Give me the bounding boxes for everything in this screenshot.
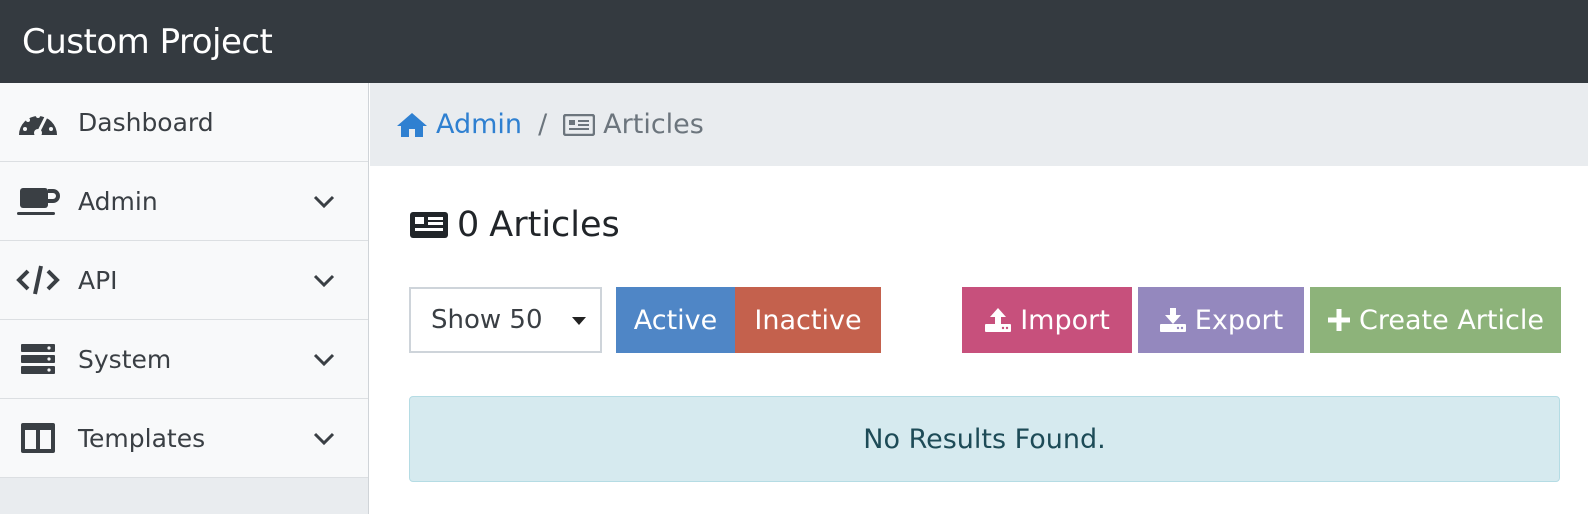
create-article-label: Create Article — [1359, 304, 1544, 336]
server-icon — [16, 339, 60, 379]
export-button[interactable]: Export — [1138, 287, 1304, 353]
sidebar-item-templates[interactable]: Templates — [0, 399, 368, 478]
sidebar: Dashboard Admin API System Templates — [0, 83, 369, 514]
sidebar-item-admin[interactable]: Admin — [0, 162, 368, 241]
no-results-alert: No Results Found. — [409, 396, 1560, 482]
sidebar-item-label: Templates — [78, 423, 206, 453]
app-header: Custom Project — [0, 0, 1588, 83]
newspaper-icon — [563, 113, 596, 136]
columns-icon — [16, 418, 60, 458]
tachometer-icon — [16, 102, 60, 142]
create-article-button[interactable]: Create Article — [1310, 287, 1561, 353]
sidebar-item-label: Admin — [78, 186, 158, 216]
breadcrumb-admin-link[interactable]: Admin — [396, 109, 522, 140]
newspaper-icon — [409, 211, 449, 239]
caret-down-icon — [572, 317, 586, 325]
show-per-page-select[interactable]: Show 50 — [409, 287, 602, 353]
active-filter-button[interactable]: Active — [616, 287, 735, 353]
import-label: Import — [1020, 304, 1110, 336]
breadcrumb-current-label: Articles — [603, 109, 704, 140]
breadcrumb: Admin / Articles — [370, 83, 1588, 166]
chevron-down-icon[interactable] — [309, 424, 339, 454]
app-title[interactable]: Custom Project — [22, 22, 273, 62]
breadcrumb-admin-label: Admin — [436, 109, 523, 140]
download-icon — [1159, 307, 1187, 333]
code-icon — [16, 260, 60, 300]
main-content: Admin / Articles 0 Articles Show 50 Acti… — [370, 83, 1588, 514]
sidebar-item-dashboard[interactable]: Dashboard — [0, 83, 368, 162]
sidebar-item-api[interactable]: API — [0, 241, 368, 320]
sidebar-item-label: API — [78, 265, 118, 295]
page-title-label: Articles — [489, 205, 620, 245]
no-results-message: No Results Found. — [863, 423, 1106, 455]
chevron-down-icon[interactable] — [309, 266, 339, 296]
inactive-filter-label: Inactive — [754, 304, 862, 336]
home-icon — [396, 112, 428, 138]
coffee-icon — [16, 181, 60, 221]
sidebar-item-label: Dashboard — [78, 107, 214, 137]
chevron-down-icon[interactable] — [309, 345, 339, 375]
sidebar-item-system[interactable]: System — [0, 320, 368, 399]
page-title: 0 Articles — [409, 205, 620, 245]
import-button[interactable]: Import — [962, 287, 1132, 353]
plus-icon — [1327, 308, 1351, 332]
show-per-page-value: Show 50 — [431, 305, 543, 335]
chevron-down-icon[interactable] — [309, 187, 339, 217]
active-filter-label: Active — [633, 304, 718, 336]
article-count: 0 — [457, 205, 480, 245]
inactive-filter-button[interactable]: Inactive — [735, 287, 881, 353]
breadcrumb-separator: / — [538, 109, 548, 140]
sidebar-item-label: System — [78, 344, 172, 374]
upload-icon — [984, 307, 1012, 333]
breadcrumb-current: Articles — [563, 109, 704, 140]
export-label: Export — [1194, 304, 1284, 336]
